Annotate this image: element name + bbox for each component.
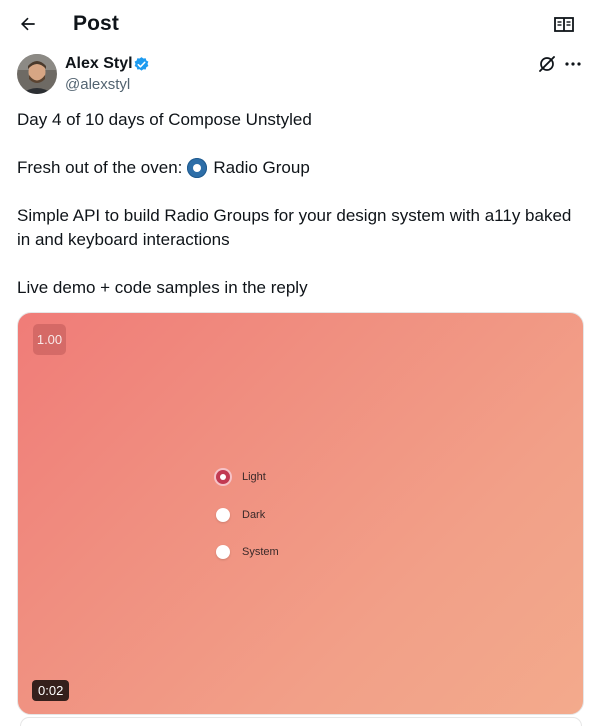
back-button[interactable] xyxy=(14,10,42,38)
arrow-left-icon xyxy=(21,17,35,31)
open-book-icon xyxy=(554,17,574,32)
radio-button-emoji-icon xyxy=(187,158,208,178)
post-text-line: Live demo + code samples in the reply xyxy=(17,278,308,297)
post-text-line: Fresh out of the oven: Radio Group xyxy=(17,156,587,180)
post-text-line: Simple API to build Radio Groups for you… xyxy=(17,206,572,249)
more-horizontal-icon[interactable] xyxy=(563,54,583,74)
demo-radio-label: Light xyxy=(242,471,266,483)
avatar[interactable] xyxy=(17,54,57,94)
radio-unchecked-icon xyxy=(216,545,230,559)
demo-radio-option-dark: Dark xyxy=(216,505,336,525)
grok-icon[interactable] xyxy=(537,54,557,74)
radio-unchecked-icon xyxy=(216,508,230,522)
page-title: Post xyxy=(73,12,119,35)
playback-speed-badge[interactable]: 1.00 xyxy=(33,324,66,355)
post-text-fragment: Fresh out of the oven: xyxy=(17,158,183,177)
demo-radio-option-light: Light xyxy=(216,467,336,487)
post-text-line: Day 4 of 10 days of Compose Unstyled xyxy=(17,110,312,129)
demo-radio-label: System xyxy=(242,546,279,558)
post-text-fragment: Radio Group xyxy=(213,158,310,177)
post-header: Post xyxy=(0,0,593,50)
author-row: Alex Styl @alexstyl xyxy=(17,54,587,96)
video-duration: 0:02 xyxy=(32,680,70,701)
avatar-image xyxy=(17,54,57,94)
author-name[interactable]: Alex Styl xyxy=(65,55,133,73)
reader-mode-button[interactable] xyxy=(551,12,577,38)
video-player[interactable]: 1.00 Light Dark System 0:02 xyxy=(17,312,584,715)
verified-badge-icon xyxy=(134,57,149,71)
demo-radio-label: Dark xyxy=(242,509,266,521)
author-handle[interactable]: @alexstyl xyxy=(65,76,130,93)
radio-checked-icon xyxy=(216,470,230,484)
demo-radio-option-system: System xyxy=(216,542,336,562)
